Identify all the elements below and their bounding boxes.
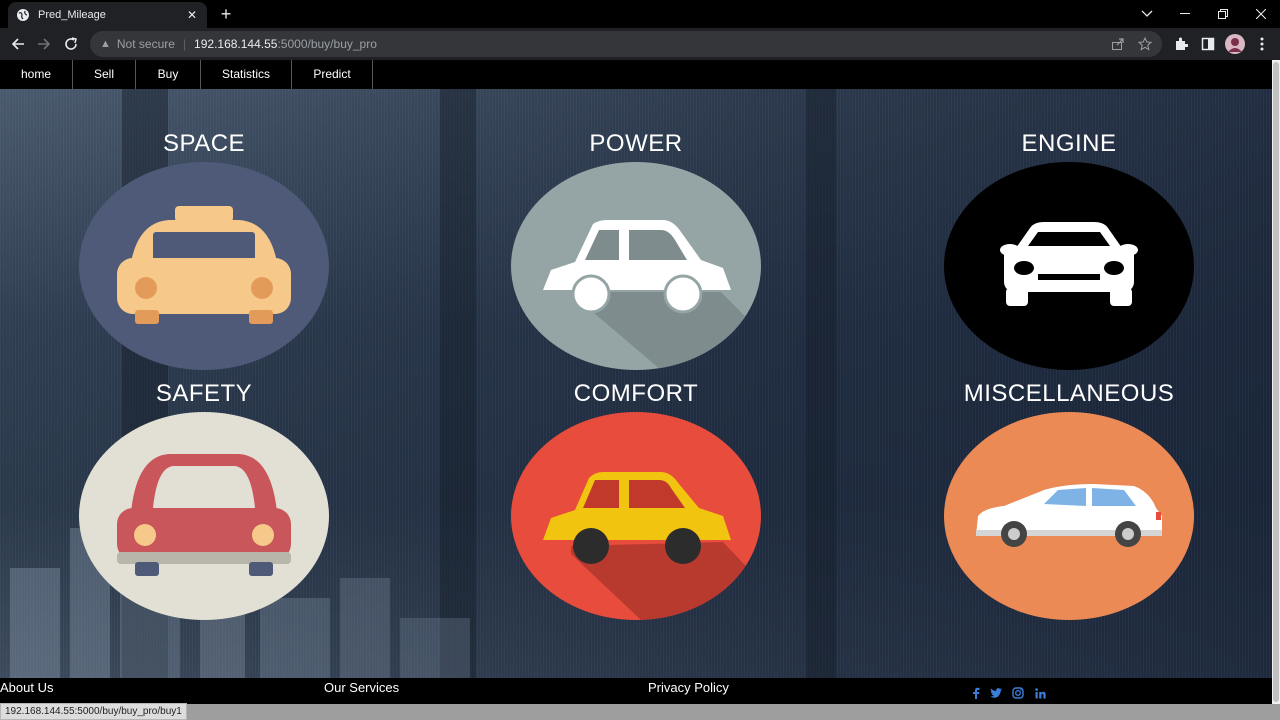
category-comfort[interactable]: COMFORT xyxy=(511,376,761,620)
browser-toolbar: ▲ Not secure | 192.168.144.55:5000/buy/b… xyxy=(0,28,1280,60)
globe-icon xyxy=(17,9,29,21)
category-label: ENGINE xyxy=(1021,130,1117,157)
link-status-bar: 192.168.144.55:5000/buy/buy_pro/buy1 xyxy=(0,703,187,720)
nav-sell[interactable]: Sell xyxy=(73,60,136,89)
category-miscellaneous[interactable]: MISCELLANEOUS xyxy=(944,376,1194,620)
facebook-icon[interactable] xyxy=(969,686,983,700)
address-separator: | xyxy=(182,37,187,51)
nav-home[interactable]: home xyxy=(0,60,73,89)
url-path: :5000/buy/buy_pro xyxy=(277,37,377,51)
share-icon[interactable] xyxy=(1111,31,1125,57)
hero-background: SPACE POWER ENGINE SAFETY COMFORT MISCEL… xyxy=(0,89,1272,678)
security-label: Not secure xyxy=(116,37,175,51)
new-tab-button[interactable]: + xyxy=(216,4,236,24)
window-bottom-edge xyxy=(0,704,1280,720)
profile-avatar[interactable] xyxy=(1223,32,1247,56)
site-footer: About Us Our Services Privacy Policy xyxy=(0,678,1272,704)
browser-tab[interactable]: Pred_Mileage ✕ xyxy=(8,2,207,28)
minimize-icon[interactable] xyxy=(1166,0,1204,28)
reload-icon[interactable] xyxy=(59,32,83,56)
car-front-icon[interactable] xyxy=(944,162,1194,370)
instagram-icon[interactable] xyxy=(1011,686,1025,700)
footer-privacy-link[interactable]: Privacy Policy xyxy=(648,680,729,695)
category-engine[interactable]: ENGINE xyxy=(944,126,1194,370)
close-window-icon[interactable] xyxy=(1242,0,1280,28)
footer-services-link[interactable]: Our Services xyxy=(324,680,399,695)
yellow-car-icon[interactable] xyxy=(511,412,761,620)
linkedin-icon[interactable] xyxy=(1033,686,1047,700)
tab-strip: Pred_Mileage ✕ + xyxy=(0,0,1280,28)
taxi-icon[interactable] xyxy=(79,162,329,370)
category-space[interactable]: SPACE xyxy=(79,126,329,370)
category-label: POWER xyxy=(589,130,683,157)
url-host: 192.168.144.55 xyxy=(194,37,278,51)
category-label: MISCELLANEOUS xyxy=(963,380,1175,407)
side-panel-icon[interactable] xyxy=(1196,32,1220,56)
page-scrollbar[interactable] xyxy=(1272,60,1280,704)
category-safety[interactable]: SAFETY xyxy=(79,376,329,620)
site-nav: home Sell Buy Statistics Predict xyxy=(0,60,373,89)
back-icon[interactable] xyxy=(6,32,30,56)
tab-close-icon[interactable]: ✕ xyxy=(185,8,199,22)
footer-about-link[interactable]: About Us xyxy=(0,680,53,695)
category-label: COMFORT xyxy=(573,380,699,407)
twitter-icon[interactable] xyxy=(989,686,1003,700)
bookmark-star-icon[interactable] xyxy=(1138,31,1152,57)
address-bar[interactable]: ▲ Not secure | 192.168.144.55:5000/buy/b… xyxy=(90,31,1162,57)
car-front-red-icon[interactable] xyxy=(79,412,329,620)
extensions-icon[interactable] xyxy=(1169,32,1193,56)
tab-search-icon[interactable] xyxy=(1128,0,1166,28)
hatchback-icon[interactable] xyxy=(944,412,1194,620)
restore-icon[interactable] xyxy=(1204,0,1242,28)
menu-kebab-icon[interactable] xyxy=(1250,32,1274,56)
nav-predict[interactable]: Predict xyxy=(292,60,373,89)
tab-title: Pred_Mileage xyxy=(38,9,106,21)
category-label: SPACE xyxy=(162,130,246,157)
category-power[interactable]: POWER xyxy=(511,126,761,370)
car-side-icon[interactable] xyxy=(511,162,761,370)
forward-icon[interactable] xyxy=(32,32,56,56)
page-content: home Sell Buy Statistics Predict SPACE P… xyxy=(0,60,1272,704)
category-label: SAFETY xyxy=(155,380,253,407)
nav-buy[interactable]: Buy xyxy=(136,60,201,89)
scrollbar-thumb[interactable] xyxy=(1273,62,1279,702)
warning-icon: ▲ xyxy=(100,38,111,50)
background-pillar xyxy=(806,89,836,678)
nav-statistics[interactable]: Statistics xyxy=(201,60,292,89)
